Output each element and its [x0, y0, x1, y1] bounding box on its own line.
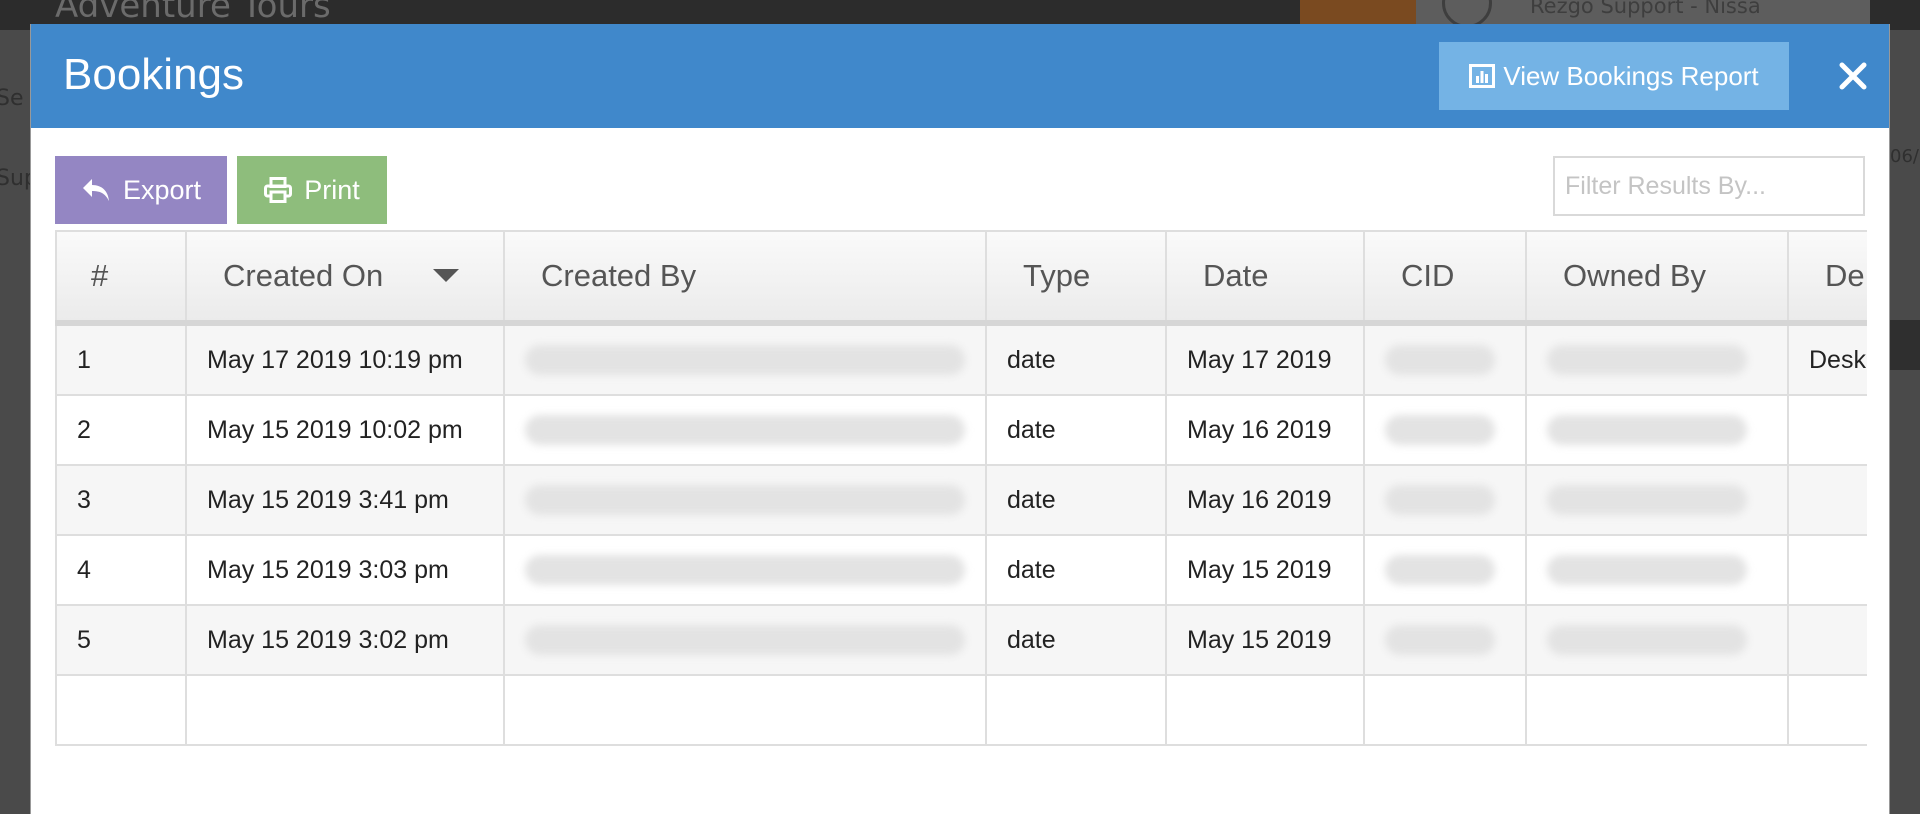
column-header-cid[interactable]: CID — [1363, 230, 1527, 326]
row-number: 2 — [55, 394, 187, 466]
background-user-name: Rezgo Support - Nissa — [1530, 0, 1761, 18]
column-header-number[interactable]: # — [55, 230, 187, 326]
filter-results-input[interactable] — [1553, 156, 1865, 216]
row-number: 3 — [55, 464, 187, 536]
row-number: 4 — [55, 534, 187, 606]
row-number: 5 — [55, 604, 187, 676]
table-row[interactable]: 4 May 15 2019 3:03 pm date May 15 2019 — [55, 534, 1867, 606]
background-right-text: 06/ — [1890, 146, 1919, 167]
description-cell — [1787, 394, 1867, 466]
created-by-cell-redacted — [503, 534, 987, 606]
type-cell: date — [985, 464, 1167, 536]
column-header-type[interactable]: Type — [985, 230, 1167, 326]
printer-icon — [264, 177, 293, 203]
modal-title: Bookings — [63, 50, 245, 99]
owned-by-cell-redacted — [1525, 322, 1789, 396]
close-button[interactable] — [1831, 54, 1875, 98]
modal-header: Bookings View Bookings Report — [31, 24, 1889, 128]
created-by-cell-redacted — [503, 464, 987, 536]
description-cell: Desk — [1787, 322, 1867, 396]
view-bookings-report-button[interactable]: View Bookings Report — [1439, 42, 1789, 110]
print-label: Print — [304, 174, 360, 205]
row-number: 1 — [55, 322, 187, 396]
background-app-title: Adventure Tours — [55, 0, 331, 26]
created-by-cell-redacted — [503, 394, 987, 466]
bookings-table-container[interactable]: # Created On Created By Type Date CID Ow… — [55, 230, 1867, 778]
date-cell: May 16 2019 — [1165, 394, 1365, 466]
cid-cell-redacted — [1363, 464, 1527, 536]
type-cell: date — [985, 534, 1167, 606]
description-cell — [1787, 464, 1867, 536]
close-icon — [1839, 62, 1867, 90]
owned-by-cell-redacted — [1525, 604, 1789, 676]
created-on-cell: May 15 2019 3:03 pm — [185, 534, 505, 606]
sort-descending-icon — [433, 269, 460, 282]
date-cell: May 15 2019 — [1165, 604, 1365, 676]
type-cell: date — [985, 322, 1167, 396]
date-cell: May 17 2019 — [1165, 322, 1365, 396]
table-header-row: # Created On Created By Type Date CID Ow… — [55, 230, 1867, 326]
description-cell — [1787, 604, 1867, 676]
report-button-label: View Bookings Report — [1503, 60, 1759, 91]
reply-arrow-icon — [82, 179, 109, 201]
description-cell — [1787, 534, 1867, 606]
owned-by-cell-redacted — [1525, 464, 1789, 536]
table-row[interactable]: 5 May 15 2019 3:02 pm date May 15 2019 — [55, 604, 1867, 676]
cid-cell-redacted — [1363, 604, 1527, 676]
owned-by-cell-redacted — [1525, 534, 1789, 606]
column-header-date[interactable]: Date — [1165, 230, 1365, 326]
date-cell: May 16 2019 — [1165, 464, 1365, 536]
export-button[interactable]: Export — [55, 156, 227, 224]
type-cell: date — [985, 394, 1167, 466]
owned-by-cell-redacted — [1525, 394, 1789, 466]
column-header-description[interactable]: De — [1787, 230, 1867, 326]
column-header-owned-by[interactable]: Owned By — [1525, 230, 1789, 326]
table-row[interactable]: 1 May 17 2019 10:19 pm date May 17 2019 … — [55, 322, 1867, 396]
created-on-cell: May 15 2019 3:41 pm — [185, 464, 505, 536]
date-cell: May 15 2019 — [1165, 534, 1365, 606]
created-on-cell: May 15 2019 3:02 pm — [185, 604, 505, 676]
cid-cell-redacted — [1363, 534, 1527, 606]
table-row[interactable]: 2 May 15 2019 10:02 pm date May 16 2019 — [55, 394, 1867, 466]
column-header-created-on[interactable]: Created On — [185, 230, 505, 326]
created-on-cell: May 15 2019 10:02 pm — [185, 394, 505, 466]
export-label: Export — [122, 174, 202, 205]
type-cell: date — [985, 604, 1167, 676]
cid-cell-redacted — [1363, 322, 1527, 396]
column-header-created-by[interactable]: Created By — [503, 230, 987, 326]
created-by-cell-redacted — [503, 322, 987, 396]
table-row-empty — [55, 674, 1867, 746]
bookings-table: # Created On Created By Type Date CID Ow… — [55, 230, 1867, 746]
bar-chart-icon — [1469, 64, 1496, 88]
created-by-cell-redacted — [503, 604, 987, 676]
print-button[interactable]: Print — [237, 156, 387, 224]
background-left-text: Se — [0, 86, 24, 111]
cid-cell-redacted — [1363, 394, 1527, 466]
bookings-modal: Bookings View Bookings Report Export Pri… — [30, 24, 1890, 814]
created-on-cell: May 17 2019 10:19 pm — [185, 322, 505, 396]
table-row[interactable]: 3 May 15 2019 3:41 pm date May 16 2019 — [55, 464, 1867, 536]
